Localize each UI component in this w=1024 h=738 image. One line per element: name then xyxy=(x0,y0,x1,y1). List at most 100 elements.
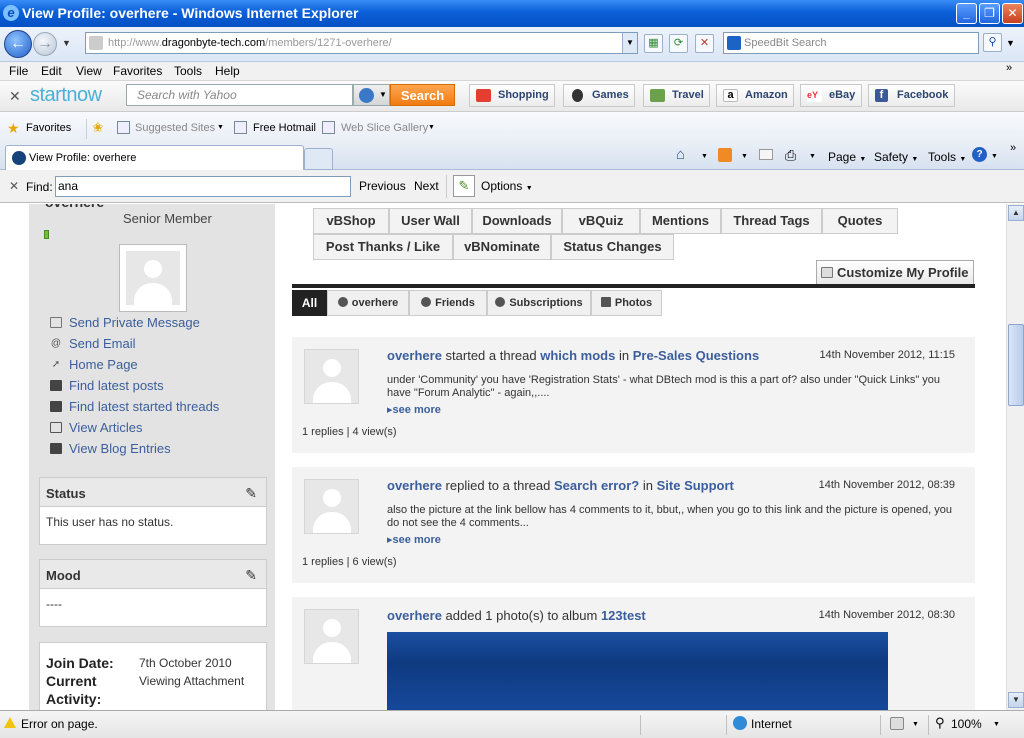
safety-menu[interactable]: Safety ▼ xyxy=(874,150,918,164)
tab-status-changes[interactable]: Status Changes xyxy=(551,234,674,260)
tab-quotes[interactable]: Quotes xyxy=(822,208,898,234)
add-favorite-icon[interactable]: ✬ xyxy=(92,119,104,136)
refresh-icon[interactable]: ⟳ xyxy=(669,34,688,53)
web-slice-gallery-link[interactable]: Web Slice Gallery xyxy=(341,122,428,134)
amazon-link[interactable]: a Amazon xyxy=(716,84,794,107)
tab-vbshop[interactable]: vBShop xyxy=(313,208,389,234)
menu-tools[interactable]: Tools xyxy=(174,64,202,78)
page-scrollbar[interactable]: ▲ ▼ xyxy=(1006,204,1024,710)
chevron-down-icon[interactable]: ▼ xyxy=(809,153,816,160)
find-previous-button[interactable]: Previous xyxy=(359,179,406,193)
suggested-sites-link[interactable]: Suggested Sites xyxy=(135,122,215,134)
menu-view[interactable]: View xyxy=(76,64,102,78)
edit-pencil-icon[interactable]: ✎ xyxy=(245,567,257,584)
favorites-button[interactable]: Favorites xyxy=(26,122,71,134)
close-toolbar-icon[interactable]: ✕ xyxy=(9,88,21,105)
find-options-button[interactable]: Options ▼ xyxy=(481,179,533,193)
status-message[interactable]: Error on page. xyxy=(21,717,98,731)
facebook-link[interactable]: f Facebook xyxy=(868,84,955,107)
avatar-placeholder-icon[interactable] xyxy=(304,349,359,404)
read-mail-icon[interactable] xyxy=(759,149,773,160)
user-link[interactable]: overhere xyxy=(387,478,442,493)
menu-edit[interactable]: Edit xyxy=(41,64,62,78)
zoom-icon[interactable]: ⚲ xyxy=(935,715,945,731)
send-email-link[interactable]: @ Send Email xyxy=(50,335,136,352)
search-icon[interactable]: ⚲ xyxy=(983,33,1002,52)
chevron-right-icon[interactable]: » xyxy=(1010,142,1016,154)
help-icon[interactable]: ? xyxy=(972,147,987,162)
scroll-thumb[interactable] xyxy=(1008,324,1024,406)
chevron-down-icon[interactable]: ▼ xyxy=(741,153,748,160)
tab-vbquiz[interactable]: vBQuiz xyxy=(562,208,640,234)
forward-button[interactable]: → xyxy=(33,32,57,56)
new-tab-button[interactable] xyxy=(304,148,333,170)
highlight-icon[interactable]: ✎ xyxy=(453,175,475,197)
address-dropdown-icon[interactable]: ▼ xyxy=(622,33,637,53)
tools-menu[interactable]: Tools ▼ xyxy=(928,150,966,164)
scroll-down-icon[interactable]: ▼ xyxy=(1008,692,1024,708)
send-private-message-link[interactable]: Send Private Message xyxy=(50,314,200,331)
address-input[interactable]: http://www.dragonbyte-tech.com/members/1… xyxy=(85,32,638,54)
tab-downloads[interactable]: Downloads xyxy=(472,208,562,234)
chevron-down-icon[interactable]: ▼ xyxy=(993,721,1000,728)
find-next-button[interactable]: Next xyxy=(414,179,439,193)
tab-thread-tags[interactable]: Thread Tags xyxy=(721,208,822,234)
tab-view-profile[interactable]: View Profile: overhere xyxy=(5,145,304,170)
close-window-button[interactable]: ✕ xyxy=(1002,3,1023,24)
yahoo-search-input[interactable]: Search with Yahoo xyxy=(126,84,353,106)
tab-mentions[interactable]: Mentions xyxy=(640,208,721,234)
home-icon[interactable]: ⌂ xyxy=(676,146,685,163)
avatar-placeholder-icon[interactable] xyxy=(304,479,359,534)
thread-link[interactable]: which mods xyxy=(540,348,615,363)
compatibility-icon[interactable]: ▦ xyxy=(644,34,663,53)
find-input[interactable]: ana xyxy=(55,176,351,197)
customize-profile-button[interactable]: Customize My Profile xyxy=(816,260,974,285)
chevron-right-icon[interactable]: » xyxy=(1006,62,1012,74)
menu-file[interactable]: File xyxy=(9,64,28,78)
chevron-down-icon[interactable]: ▼ xyxy=(217,124,224,131)
chevron-down-icon[interactable]: ▼ xyxy=(912,721,919,728)
minimize-button[interactable]: _ xyxy=(956,3,977,24)
ebay-link[interactable]: eY eBay xyxy=(800,84,862,107)
see-more-link[interactable]: ▸see more xyxy=(387,403,441,416)
menu-favorites[interactable]: Favorites xyxy=(113,64,162,78)
scroll-up-icon[interactable]: ▲ xyxy=(1008,205,1024,221)
edit-pencil-icon[interactable]: ✎ xyxy=(245,485,257,502)
rss-feed-icon[interactable] xyxy=(718,148,732,162)
stop-icon[interactable]: ✕ xyxy=(695,34,714,53)
page-menu[interactable]: Page ▼ xyxy=(828,150,866,164)
activity-tab-subscriptions[interactable]: Subscriptions xyxy=(487,290,591,316)
close-find-icon[interactable]: ✕ xyxy=(9,179,19,193)
tab-user-wall[interactable]: User Wall xyxy=(389,208,472,234)
warning-icon[interactable] xyxy=(4,717,16,728)
history-dropdown-icon[interactable]: ▼ xyxy=(62,38,71,48)
forum-link[interactable]: Site Support xyxy=(657,478,734,493)
activity-tab-friends[interactable]: Friends xyxy=(409,290,487,316)
activity-tab-all[interactable]: All xyxy=(292,290,327,316)
activity-tab-photos[interactable]: Photos xyxy=(591,290,662,316)
home-page-link[interactable]: ➚ Home Page xyxy=(50,356,138,373)
view-articles-link[interactable]: View Articles xyxy=(50,419,142,436)
profile-avatar[interactable] xyxy=(119,244,187,312)
album-photo-thumbnail[interactable] xyxy=(387,632,888,710)
tab-vbnominate[interactable]: vBNominate xyxy=(453,234,551,260)
back-button[interactable]: ← xyxy=(4,30,32,58)
protected-mode-icon[interactable] xyxy=(890,717,904,730)
search-dropdown-icon[interactable]: ▼ xyxy=(1006,38,1015,48)
activity-tab-overhere[interactable]: overhere xyxy=(327,290,409,316)
find-latest-threads-link[interactable]: Find latest started threads xyxy=(50,398,219,415)
travel-link[interactable]: Travel xyxy=(643,84,710,107)
album-link[interactable]: 123test xyxy=(601,608,646,623)
print-icon[interactable]: ⎙ xyxy=(785,147,796,164)
menu-help[interactable]: Help xyxy=(215,64,240,78)
startnow-search-button[interactable]: Search xyxy=(390,84,455,106)
maximize-button[interactable]: ❐ xyxy=(979,3,1000,24)
zoom-level[interactable]: 100% xyxy=(951,717,982,731)
view-blog-entries-link[interactable]: View Blog Entries xyxy=(50,440,171,457)
see-more-link[interactable]: ▸see more xyxy=(387,533,441,546)
search-engine-dropdown[interactable]: ▼ xyxy=(353,84,390,106)
thread-link[interactable]: Search error? xyxy=(554,478,639,493)
tab-post-thanks[interactable]: Post Thanks / Like xyxy=(313,234,453,260)
forum-link[interactable]: Pre-Sales Questions xyxy=(633,348,759,363)
games-link[interactable]: Games xyxy=(563,84,635,107)
